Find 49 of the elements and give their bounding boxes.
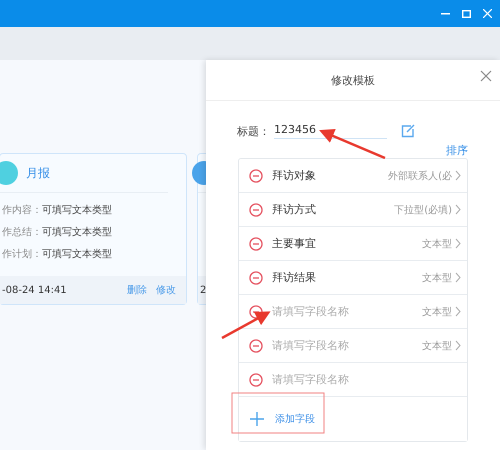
field-label: 作内容： [2,204,42,217]
annotation-arrow [319,129,386,160]
field-name[interactable]: 拜访对象 [272,168,388,183]
chevron-right-icon [455,238,461,249]
plus-icon [249,411,265,427]
field-value: 可填写文本类型 [42,204,112,217]
field-row[interactable]: 主要事宜 文本型 [239,227,467,261]
field-type: 文本型 [422,272,452,284]
field-label: 作计划： [2,248,42,261]
chevron-right-icon [455,340,461,351]
field-type: 文本型 [422,238,452,250]
remove-icon[interactable] [249,270,263,284]
field-name[interactable]: 拜访方式 [272,202,394,217]
field-type: 文本型 [422,306,452,318]
title-input[interactable]: 123456 [274,123,387,139]
field-name[interactable]: 主要事宜 [272,236,422,251]
field-type: 文本型 [422,340,452,352]
field-label: 作总结： [2,226,42,239]
field-type: 外部联系人(必 [388,170,452,182]
close-button[interactable] [478,68,494,84]
edit-button[interactable] [401,124,415,138]
field-row[interactable]: 拜访方式 下拉型(必填) [239,193,467,227]
field-name[interactable]: 拜访结果 [272,270,422,285]
remove-icon[interactable] [249,168,263,182]
field-value: 可填写文本类型 [42,248,112,261]
field-value: 可填写文本类型 [42,226,112,239]
chevron-right-icon [455,204,461,215]
maximize-icon[interactable] [462,10,471,18]
remove-icon[interactable] [249,236,263,250]
remove-icon[interactable] [249,304,263,318]
field-row[interactable]: 拜访对象 外部联系人(必 [239,159,467,193]
title-label: 标题： [237,124,270,138]
remove-icon[interactable] [249,202,263,216]
remove-icon[interactable] [249,338,263,352]
chevron-right-icon [455,306,461,317]
chevron-right-icon [455,272,461,283]
card-title: 月报 [26,164,50,182]
minimize-icon[interactable] [441,12,450,14]
remove-icon[interactable] [249,372,263,386]
avatar [0,161,18,185]
timestamp: -08-24 14:41 [2,284,68,296]
field-row[interactable]: 拜访结果 文本型 [239,261,467,295]
sort-link[interactable]: 排序 [446,143,468,158]
panel-title: 修改模板 [331,72,375,88]
timestamp: 2 [200,284,208,296]
chevron-right-icon [455,170,461,181]
field-type: 下拉型(必填) [394,204,452,216]
annotation-arrow [221,311,271,340]
close-icon[interactable] [483,9,492,18]
